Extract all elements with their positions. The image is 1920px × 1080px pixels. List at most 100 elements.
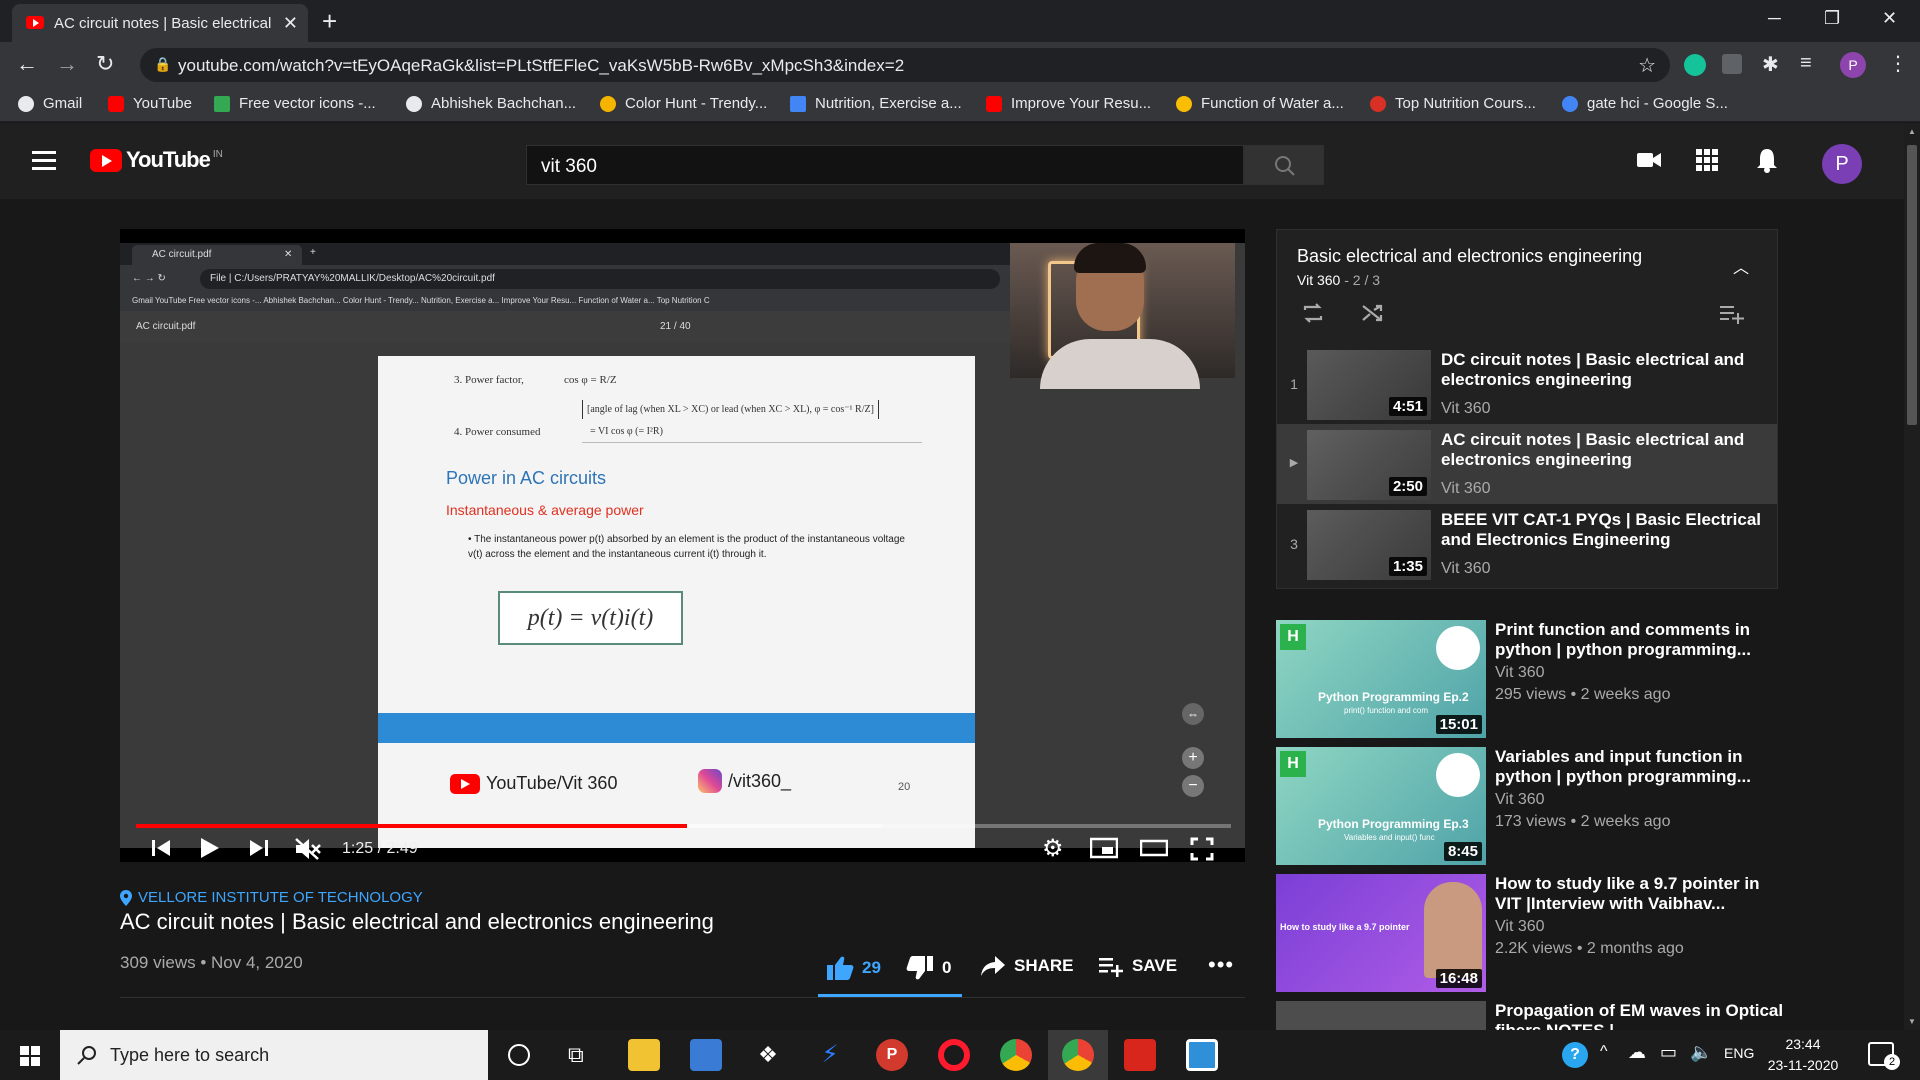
forward-icon[interactable]: → — [56, 53, 78, 75]
dislike-button[interactable]: 0 — [906, 955, 951, 981]
channel-name[interactable]: Vit 360 — [1495, 918, 1545, 936]
playlist-save-icon[interactable] — [1719, 304, 1745, 324]
show-hidden-icons-icon[interactable]: ^ — [1600, 1043, 1608, 1061]
minimize-icon[interactable]: ─ — [1768, 8, 1781, 29]
dropbox-icon[interactable]: ❖ — [752, 1039, 784, 1071]
recommended-video[interactable]: Propagation of EM waves in Optical fiber… — [1276, 1001, 1796, 1030]
more-actions-icon[interactable]: ••• — [1208, 952, 1234, 978]
help-icon[interactable]: ? — [1562, 1042, 1588, 1068]
microsoft-store-icon[interactable] — [690, 1039, 722, 1071]
pdf-fit-icon[interactable]: ⇔ — [1182, 703, 1204, 725]
views-date: 309 views • Nov 4, 2020 — [120, 953, 303, 972]
playlist-item-active[interactable]: ▶ 2:50 AC circuit notes | Basic electric… — [1277, 424, 1777, 504]
volume-icon[interactable]: 🔈 — [1690, 1042, 1712, 1063]
save-button[interactable]: SAVE — [1098, 955, 1177, 977]
onedrive-icon[interactable]: ☁ — [1628, 1042, 1646, 1063]
playlist-thumbnail: 1:35 — [1307, 510, 1431, 580]
bookmark-gate-hci[interactable]: gate hci - Google S... — [1562, 95, 1728, 112]
hamburger-menu-icon[interactable] — [32, 151, 56, 170]
file-explorer-icon[interactable] — [628, 1039, 660, 1071]
progress-bar[interactable] — [136, 824, 1231, 828]
playlist-title[interactable]: Basic electrical and electronics enginee… — [1297, 246, 1642, 267]
channel-name[interactable]: Vit 360 — [1495, 664, 1545, 682]
playlist-item[interactable]: 3 1:35 BEEE VIT CAT-1 PYQs | Basic Elect… — [1277, 504, 1777, 584]
page-scrollbar[interactable]: ▲ ▼ — [1904, 123, 1920, 1030]
chrome-menu-icon[interactable]: ⋮ — [1888, 51, 1908, 76]
browser-tab-active[interactable]: AC circuit notes | Basic electrical ✕ — [12, 4, 308, 42]
like-button[interactable]: 29 — [826, 955, 881, 981]
taskbar-search[interactable]: Type here to search — [60, 1030, 488, 1080]
youtube-logo[interactable]: YouTube IN — [90, 147, 223, 173]
settings-gear-icon[interactable]: ⚙ — [1042, 834, 1064, 863]
battery-icon[interactable]: ▭ — [1660, 1042, 1677, 1063]
mute-icon[interactable] — [294, 837, 322, 861]
channel-name[interactable]: Vit 360 — [1495, 791, 1545, 809]
account-avatar[interactable]: P — [1822, 144, 1862, 184]
bookmark-improve-resume[interactable]: Improve Your Resu... — [986, 95, 1151, 112]
video-player[interactable]: AC circuit.pdf ✕ + ← → ↻ File | C:/Users… — [120, 229, 1245, 862]
bookmark-abhishek[interactable]: Abhishek Bachchan... — [406, 95, 576, 112]
grammarly-extension-icon[interactable] — [1684, 54, 1706, 76]
apps-grid-icon[interactable] — [1696, 149, 1718, 171]
miniplayer-icon[interactable] — [1090, 837, 1118, 859]
video-frame[interactable]: AC circuit.pdf ✕ + ← → ↻ File | C:/Users… — [120, 243, 1245, 848]
chrome-icon[interactable] — [1000, 1039, 1032, 1071]
tab-close-icon[interactable]: ✕ — [283, 14, 298, 32]
recommended-video[interactable]: How to study like a 9.7 pointer 16:48 Ho… — [1276, 874, 1796, 992]
playlist-item[interactable]: 1 4:51 DC circuit notes | Basic electric… — [1277, 344, 1777, 424]
bookmark-top-nutrition[interactable]: Top Nutrition Cours... — [1370, 95, 1536, 112]
back-icon[interactable]: ← — [16, 53, 38, 75]
cortana-icon[interactable] — [508, 1044, 530, 1066]
extension-e-icon[interactable] — [1722, 54, 1742, 74]
snip-tool-icon[interactable] — [1186, 1039, 1218, 1071]
vscode-icon[interactable]: ⚡ — [814, 1039, 846, 1071]
theater-mode-icon[interactable] — [1140, 837, 1168, 859]
reload-icon[interactable]: ↻ — [96, 53, 114, 75]
taskbar-clock[interactable]: 23:44 23-11-2020 — [1766, 1034, 1840, 1076]
location-link[interactable]: VELLORE INSTITUTE OF TECHNOLOGY — [120, 889, 423, 906]
bookmark-free-vector-icons[interactable]: Free vector icons -... — [214, 95, 376, 112]
notifications-bell-icon[interactable] — [1756, 147, 1778, 173]
play-icon[interactable] — [198, 837, 220, 859]
previous-icon[interactable] — [150, 837, 172, 859]
task-view-icon[interactable]: ⧉ — [568, 1042, 584, 1068]
scroll-up-icon[interactable]: ▲ — [1908, 127, 1916, 136]
next-icon[interactable] — [248, 837, 270, 859]
opera-icon[interactable] — [938, 1039, 970, 1071]
scroll-thumb[interactable] — [1907, 145, 1917, 425]
recommended-video[interactable]: H Python Programming Ep.3 Variables and … — [1276, 747, 1796, 865]
notification-center-icon[interactable]: 2 — [1868, 1042, 1900, 1070]
media-queue-icon[interactable]: ≡ — [1800, 52, 1812, 75]
shuffle-icon[interactable] — [1361, 302, 1385, 324]
fullscreen-icon[interactable] — [1190, 837, 1214, 861]
bookmark-function-of-water[interactable]: Function of Water a... — [1176, 95, 1344, 112]
recommended-video[interactable]: H Python Programming Ep.2 print() functi… — [1276, 620, 1796, 738]
bookmark-star-icon[interactable]: ☆ — [1638, 53, 1656, 78]
recorded-toolbar: ← → ↻ File | C:/Users/PRATYAY%20MALLIK/D… — [120, 265, 1010, 293]
zoom-in-icon[interactable]: + — [1182, 747, 1204, 769]
profile-avatar[interactable]: P — [1840, 52, 1866, 78]
new-tab-button[interactable]: + — [322, 6, 337, 37]
restore-icon[interactable]: ❐ — [1824, 8, 1840, 29]
loop-icon[interactable] — [1301, 302, 1325, 324]
scroll-down-icon[interactable]: ▼ — [1908, 1017, 1916, 1026]
window-close-icon[interactable]: ✕ — [1882, 8, 1897, 29]
address-url[interactable]: youtube.com/watch?v=tEyOAqeRaGk&list=PLt… — [178, 56, 904, 76]
create-video-icon[interactable] — [1636, 149, 1662, 171]
chrome-active-icon[interactable] — [1062, 1039, 1094, 1071]
extensions-puzzle-icon[interactable]: ✱ — [1762, 52, 1779, 77]
bookmark-nutrition[interactable]: Nutrition, Exercise a... — [790, 95, 962, 112]
bookmark-color-hunt[interactable]: Color Hunt - Trendy... — [600, 95, 767, 112]
bookmark-gmail[interactable]: Gmail — [18, 95, 82, 112]
acrobat-icon[interactable] — [1124, 1039, 1156, 1071]
language-indicator[interactable]: ENG — [1724, 1045, 1754, 1061]
windows-start-icon[interactable] — [20, 1046, 40, 1066]
search-input[interactable]: vit 360 — [526, 145, 1244, 185]
collapse-chevron-icon[interactable]: ︿ — [1733, 254, 1749, 278]
bookmark-youtube[interactable]: YouTube — [108, 95, 192, 112]
search-button[interactable] — [1244, 145, 1324, 185]
video-title: How to study like a 9.7 pointer in VIT |… — [1495, 874, 1760, 913]
powerpoint-icon[interactable]: P — [876, 1039, 908, 1071]
address-bar[interactable]: 🔒 youtube.com/watch?v=tEyOAqeRaGk&list=P… — [140, 48, 1670, 82]
share-button[interactable]: SHARE — [980, 955, 1074, 977]
